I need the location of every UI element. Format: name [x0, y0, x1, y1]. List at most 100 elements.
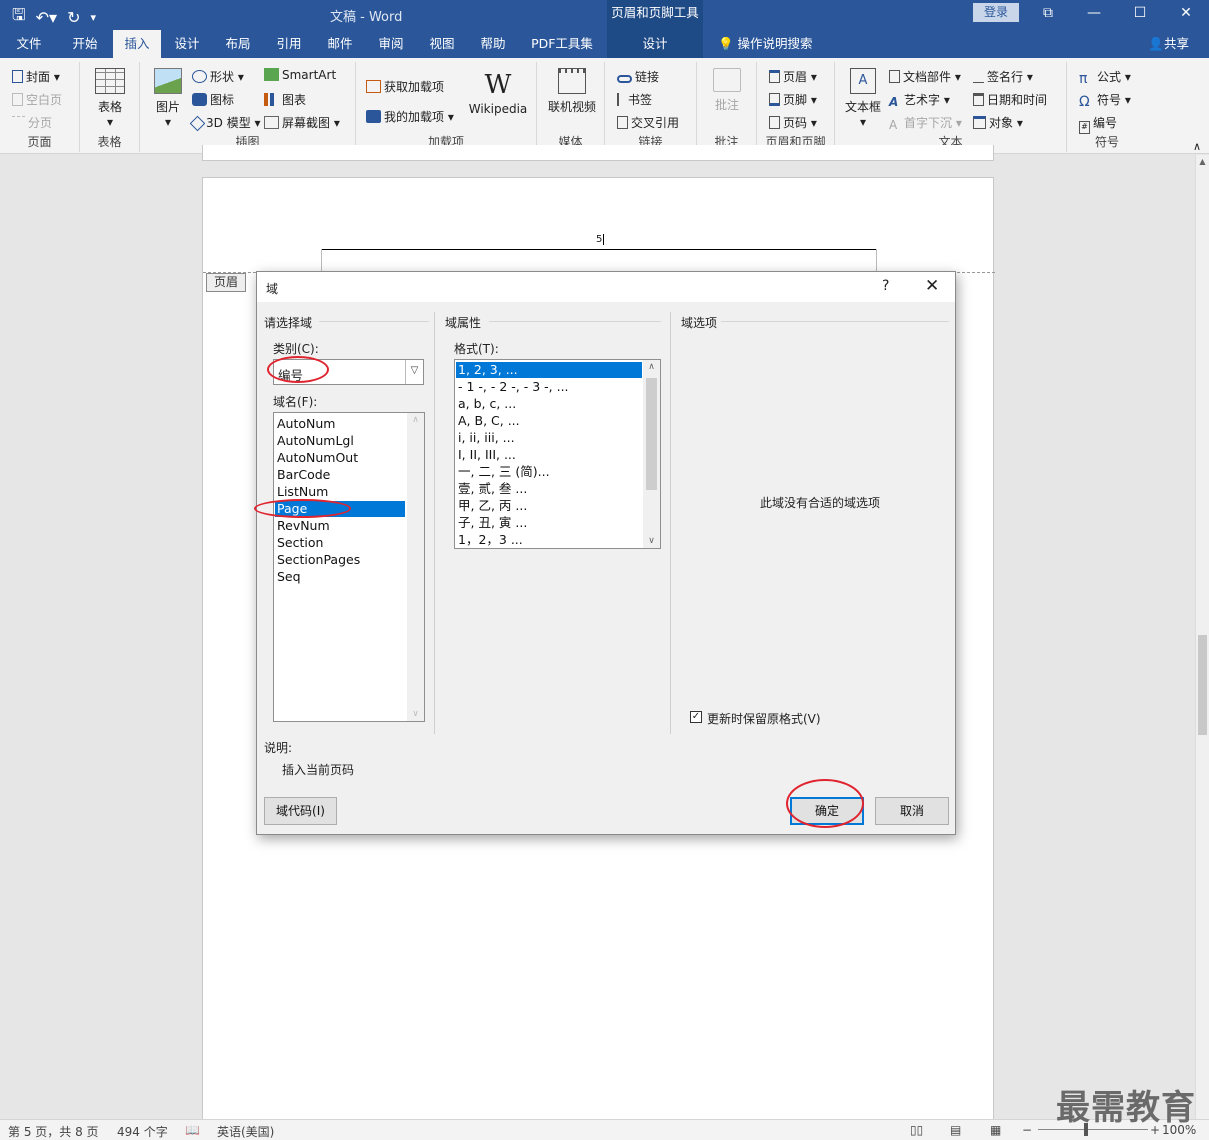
- list-item[interactable]: - 1 -, - 2 -, - 3 -, ...: [458, 379, 569, 395]
- list-item[interactable]: AutoNumLgl: [277, 433, 354, 449]
- vertical-scrollbar[interactable]: ▲: [1195, 155, 1209, 1119]
- bookmark-button[interactable]: 书签: [617, 91, 652, 108]
- list-item-selected[interactable]: 1, 2, 3, ...: [456, 362, 642, 378]
- web-layout-icon[interactable]: ▦: [990, 1123, 1001, 1137]
- list-item[interactable]: 子, 丑, 寅 ...: [458, 515, 527, 531]
- customize-qat-icon[interactable]: ▾: [90, 11, 96, 24]
- preserve-format-checkbox[interactable]: ✓: [690, 711, 702, 723]
- page-number-button[interactable]: 页码 ▾: [769, 114, 817, 131]
- tell-me-search[interactable]: 💡 操作说明搜索: [718, 30, 813, 57]
- list-item[interactable]: AutoNumOut: [277, 450, 358, 466]
- list-item[interactable]: A, B, C, ...: [458, 413, 520, 429]
- scroll-thumb[interactable]: [1198, 635, 1207, 735]
- ribbon-display-icon[interactable]: ⧉: [1025, 0, 1071, 30]
- list-item[interactable]: 一, 二, 三 (简)...: [458, 464, 550, 480]
- tab-pdf-tools[interactable]: PDF工具集: [522, 30, 602, 58]
- tab-references[interactable]: 引用: [266, 30, 312, 58]
- signature-line-button[interactable]: 签名行 ▾: [973, 68, 1033, 85]
- object-button[interactable]: 对象 ▾: [973, 114, 1023, 131]
- get-addins-button[interactable]: 获取加载项: [366, 78, 444, 95]
- shapes-button[interactable]: 形状 ▾: [192, 68, 244, 85]
- read-mode-icon[interactable]: ▯▯: [910, 1123, 923, 1137]
- format-list[interactable]: 1, 2, 3, ... - 1 -, - 2 -, - 3 -, ... a,…: [454, 359, 661, 549]
- quick-parts-button[interactable]: 文档部件 ▾: [889, 68, 961, 85]
- drop-cap-button[interactable]: A 首字下沉 ▾: [889, 114, 962, 132]
- zoom-slider[interactable]: [1038, 1129, 1148, 1130]
- textbox-button[interactable]: A 文本框 ▾: [841, 68, 885, 129]
- tab-review[interactable]: 审阅: [367, 30, 415, 58]
- preserve-format-label[interactable]: 更新时保留原格式(V): [707, 710, 821, 727]
- list-item[interactable]: Section: [277, 535, 323, 551]
- cross-reference-button[interactable]: 交叉引用: [617, 114, 679, 131]
- scroll-up-icon[interactable]: ∧: [407, 415, 424, 425]
- tab-insert[interactable]: 插入: [113, 30, 161, 58]
- 3d-model-button[interactable]: 3D 模型 ▾: [189, 114, 261, 132]
- wordart-button[interactable]: A 艺术字 ▾: [889, 91, 950, 109]
- field-list-scrollbar[interactable]: ∧ ∨: [407, 413, 424, 721]
- language[interactable]: 英语(美国): [217, 1123, 274, 1140]
- scroll-up-icon[interactable]: ▲: [1196, 157, 1209, 166]
- list-item[interactable]: BarCode: [277, 467, 330, 483]
- header-page-number[interactable]: 5: [596, 234, 605, 245]
- number-button[interactable]: # 编号: [1079, 114, 1117, 134]
- footer-button[interactable]: 页脚 ▾: [769, 91, 817, 108]
- list-item[interactable]: SectionPages: [277, 552, 360, 568]
- chevron-down-icon[interactable]: ▽: [405, 360, 423, 384]
- maximize-icon[interactable]: ☐: [1117, 0, 1163, 30]
- date-time-button[interactable]: 日期和时间: [973, 91, 1047, 108]
- undo-icon[interactable]: ↶▾: [36, 8, 57, 27]
- word-count[interactable]: 494 个字: [117, 1123, 168, 1140]
- header-button[interactable]: 页眉 ▾: [769, 68, 817, 85]
- chart-button[interactable]: 图表: [264, 91, 306, 108]
- list-item[interactable]: a, b, c, ...: [458, 396, 516, 412]
- list-item[interactable]: ListNum: [277, 484, 328, 500]
- tab-layout[interactable]: 布局: [214, 30, 262, 58]
- print-layout-icon[interactable]: ▤: [950, 1123, 961, 1137]
- online-video-button[interactable]: 联机视频: [543, 68, 601, 115]
- help-icon[interactable]: ?: [882, 278, 889, 294]
- blank-page-button[interactable]: 空白页: [12, 91, 62, 108]
- comment-button[interactable]: 批注: [707, 68, 747, 113]
- list-item[interactable]: 甲, 乙, 丙 ...: [458, 498, 527, 514]
- proofing-icon[interactable]: 📖: [185, 1123, 200, 1137]
- list-item[interactable]: 1，2，3 ...: [458, 532, 523, 548]
- tab-design[interactable]: 设计: [164, 30, 210, 58]
- wikipedia-button[interactable]: W Wikipedia: [464, 68, 532, 116]
- list-item[interactable]: I, II, III, ...: [458, 447, 516, 463]
- list-item[interactable]: i, ii, iii, ...: [458, 430, 515, 446]
- list-item[interactable]: AutoNum: [277, 416, 335, 432]
- redo-icon[interactable]: ↻: [67, 8, 80, 27]
- zoom-out-icon[interactable]: −: [1022, 1123, 1032, 1137]
- smartart-button[interactable]: SmartArt: [264, 68, 336, 82]
- tab-help[interactable]: 帮助: [470, 30, 516, 58]
- tab-mailings[interactable]: 邮件: [317, 30, 363, 58]
- dialog-close-icon[interactable]: ✕: [925, 276, 939, 296]
- scroll-down-icon[interactable]: ∨: [643, 536, 660, 546]
- list-item[interactable]: Seq: [277, 569, 301, 585]
- icons-button[interactable]: 图标: [192, 91, 234, 108]
- scroll-down-icon[interactable]: ∨: [407, 709, 424, 719]
- picture-button[interactable]: 图片 ▾: [148, 68, 188, 129]
- list-item[interactable]: 壹, 贰, 叁 ...: [458, 481, 527, 497]
- cover-page-button[interactable]: 封面 ▾: [12, 68, 60, 85]
- page-count[interactable]: 第 5 页，共 8 页: [8, 1123, 99, 1140]
- table-button[interactable]: 表格 ▾: [92, 68, 128, 129]
- my-addins-button[interactable]: 我的加载项 ▾: [366, 108, 454, 125]
- close-icon[interactable]: ✕: [1163, 0, 1209, 30]
- scroll-up-icon[interactable]: ∧: [643, 362, 660, 372]
- collapse-ribbon-icon[interactable]: ∧: [1193, 140, 1201, 153]
- link-button[interactable]: 链接: [617, 68, 659, 85]
- share-button[interactable]: 👤共享: [1148, 30, 1189, 57]
- minimize-icon[interactable]: —: [1071, 0, 1117, 30]
- format-list-scrollbar[interactable]: ∧ ∨: [643, 360, 660, 548]
- symbol-button[interactable]: Ω 符号 ▾: [1079, 91, 1131, 110]
- page-break-button[interactable]: 分页: [12, 114, 52, 131]
- cancel-button[interactable]: 取消: [875, 797, 949, 825]
- tab-file[interactable]: 文件: [6, 30, 52, 58]
- field-names-list[interactable]: AutoNum AutoNumLgl AutoNumOut BarCode Li…: [273, 412, 425, 722]
- format-scroll-thumb[interactable]: [646, 378, 657, 490]
- login-button[interactable]: 登录: [973, 3, 1019, 22]
- tab-hf-design[interactable]: 设计: [607, 30, 703, 58]
- tab-view[interactable]: 视图: [418, 30, 466, 58]
- equation-button[interactable]: π 公式 ▾: [1079, 68, 1131, 87]
